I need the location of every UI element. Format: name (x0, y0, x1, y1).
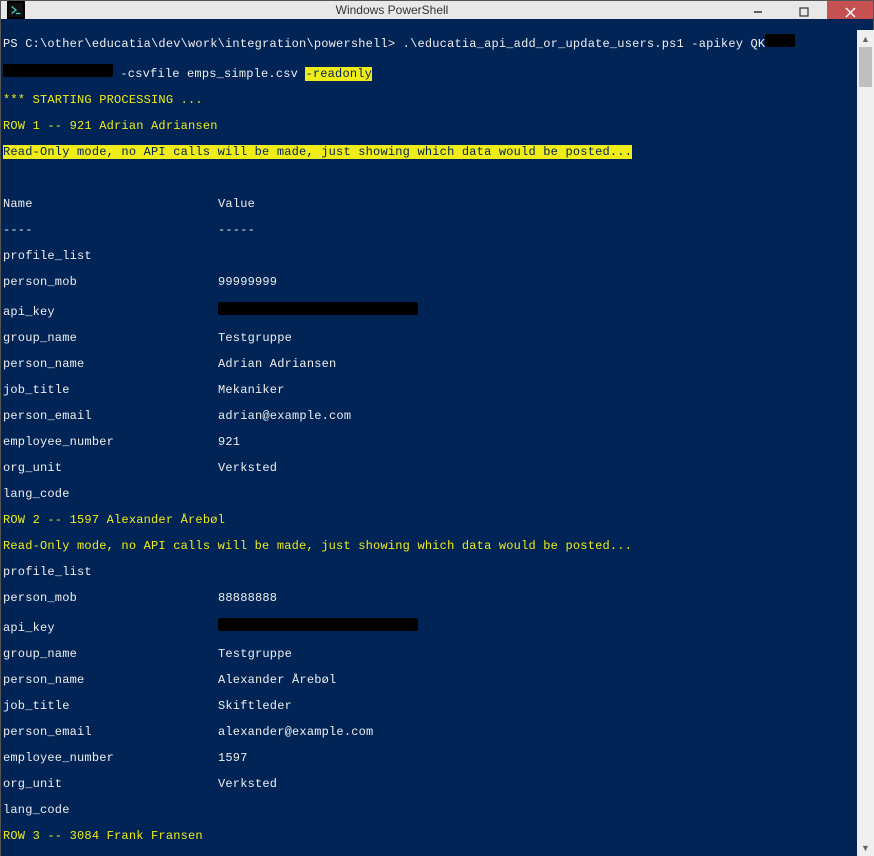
title-bar[interactable]: Windows PowerShell (1, 1, 873, 19)
readonly-msg: Read-Only mode, no API calls will be mad… (3, 540, 871, 553)
start-line: *** STARTING PROCESSING ... (3, 94, 871, 107)
window: Windows PowerShell PS C:\other\educatia\… (0, 0, 874, 856)
redacted (218, 302, 418, 315)
readonly-msg: Read-Only mode, no API calls will be mad… (3, 145, 632, 159)
prompt: PS C:\other\educatia\dev\work\integratio… (3, 37, 395, 51)
col-value: Value (218, 197, 255, 211)
row-header: ROW 2 -- 1597 Alexander Årebøl (3, 514, 871, 527)
terminal-output[interactable]: PS C:\other\educatia\dev\work\integratio… (1, 19, 873, 856)
command-part: .\educatia_api_add_or_update_users.ps1 -… (395, 37, 765, 51)
row-header: ROW 1 -- 921 Adrian Adriansen (3, 120, 871, 133)
row-header: ROW 3 -- 3084 Frank Fransen (3, 830, 871, 843)
scroll-up-button[interactable]: ▲ (857, 30, 874, 47)
command-part: -csvfile emps_simple.csv (120, 67, 305, 81)
scroll-track[interactable] (857, 47, 874, 839)
scrollbar[interactable]: ▲ ▼ (857, 30, 874, 856)
scroll-down-button[interactable]: ▼ (857, 839, 874, 856)
blank-line (3, 172, 871, 185)
col-name: Name (3, 198, 218, 211)
redacted (765, 34, 795, 47)
redacted (218, 618, 418, 631)
redacted (3, 64, 113, 77)
powershell-icon (7, 1, 25, 19)
scroll-thumb[interactable] (859, 47, 872, 87)
readonly-flag: -readonly (305, 67, 372, 81)
